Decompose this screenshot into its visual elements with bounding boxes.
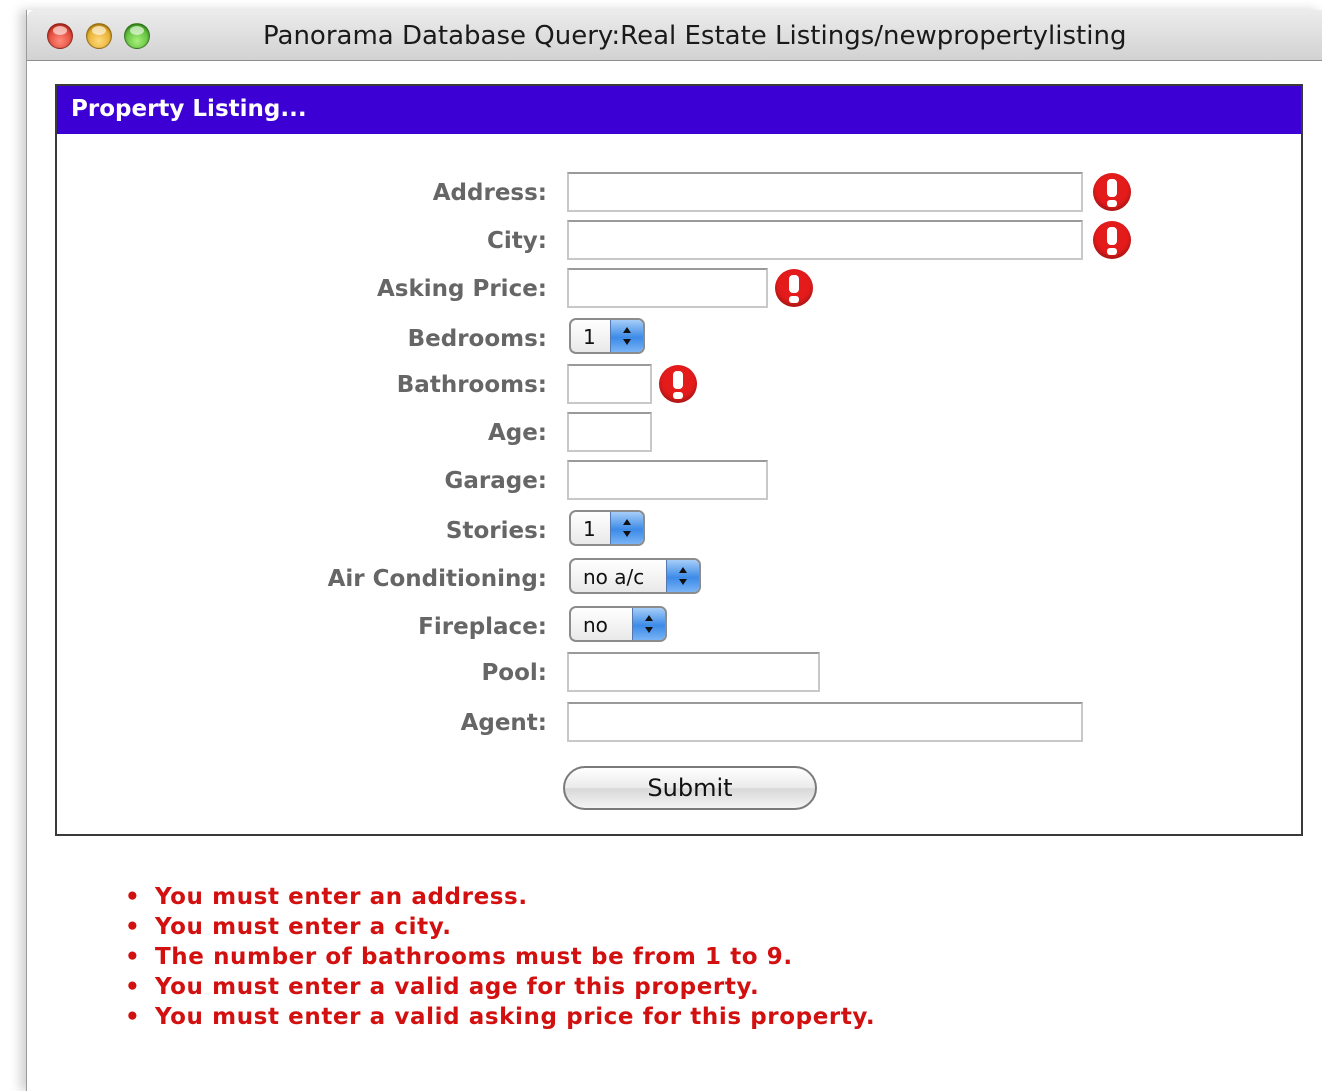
bathrooms-row: Bathrooms: (57, 364, 1301, 406)
bedrooms-select[interactable]: 1 (569, 318, 645, 354)
bedrooms-selected-value: 1 (583, 325, 596, 349)
age-label: Age: (487, 420, 547, 446)
bedrooms-label: Bedrooms: (407, 326, 547, 352)
asking-price-input[interactable] (567, 268, 768, 308)
agent-input[interactable] (567, 702, 1083, 742)
fireplace-label: Fireplace: (418, 614, 547, 640)
pool-row: Pool: (57, 652, 1301, 694)
age-row: Age: (57, 412, 1301, 454)
stories-select[interactable]: 1 (569, 510, 645, 546)
city-row: City: (57, 220, 1301, 262)
address-label: Address: (432, 180, 547, 206)
address-alert-icon (1093, 173, 1131, 211)
error-list: You must enter an address. You must ente… (125, 882, 875, 1032)
bathrooms-label: Bathrooms: (396, 372, 547, 398)
asking-price-row: Asking Price: (57, 268, 1301, 310)
garage-label: Garage: (444, 468, 547, 494)
bedrooms-row: Bedrooms: 1 (57, 318, 1301, 360)
close-window-button[interactable] (47, 23, 73, 49)
agent-row: Agent: (57, 702, 1301, 744)
error-message: You must enter an address. (125, 882, 875, 912)
property-listing-panel: Property Listing... Address: City: Askin… (55, 84, 1303, 836)
up-down-arrows-icon (610, 512, 643, 544)
city-alert-icon (1093, 221, 1131, 259)
pool-input[interactable] (567, 652, 820, 692)
asking-price-label: Asking Price: (376, 276, 547, 302)
submit-button[interactable]: Submit (563, 766, 817, 810)
asking-price-alert-icon (775, 269, 813, 307)
garage-row: Garage: (57, 460, 1301, 502)
air-conditioning-select[interactable]: no a/c (569, 558, 701, 594)
age-input[interactable] (567, 412, 652, 452)
pool-label: Pool: (481, 660, 547, 686)
city-input[interactable] (567, 220, 1083, 260)
air-conditioning-label: Air Conditioning: (327, 566, 547, 592)
bathrooms-input[interactable] (567, 364, 652, 404)
fireplace-selected-value: no (583, 613, 608, 637)
air-conditioning-row: Air Conditioning: no a/c (57, 558, 1301, 600)
city-label: City: (487, 228, 547, 254)
title-bar[interactable]: Panorama Database Query:Real Estate List… (27, 10, 1322, 61)
stories-row: Stories: 1 (57, 510, 1301, 552)
error-message: The number of bathrooms must be from 1 t… (125, 942, 875, 972)
garage-input[interactable] (567, 460, 768, 500)
up-down-arrows-icon (610, 320, 643, 352)
up-down-arrows-icon (632, 608, 665, 640)
agent-label: Agent: (460, 710, 547, 736)
error-message: You must enter a valid age for this prop… (125, 972, 875, 1002)
stories-selected-value: 1 (583, 517, 596, 541)
address-row: Address: (57, 172, 1301, 214)
error-message: You must enter a valid asking price for … (125, 1002, 875, 1032)
fireplace-select[interactable]: no (569, 606, 667, 642)
panel-title: Property Listing... (71, 96, 307, 122)
address-input[interactable] (567, 172, 1083, 212)
submit-row: Submit (57, 766, 1301, 810)
window-title: Panorama Database Query:Real Estate List… (263, 21, 1127, 51)
panel-header: Property Listing... (57, 86, 1301, 134)
error-message: You must enter a city. (125, 912, 875, 942)
zoom-window-button[interactable] (124, 23, 150, 49)
stories-label: Stories: (445, 518, 547, 544)
fireplace-row: Fireplace: no (57, 606, 1301, 648)
minimize-window-button[interactable] (86, 23, 112, 49)
air-conditioning-selected-value: no a/c (583, 565, 645, 589)
up-down-arrows-icon (666, 560, 699, 592)
browser-window: Panorama Database Query:Real Estate List… (26, 10, 1322, 1091)
bathrooms-alert-icon (659, 365, 697, 403)
